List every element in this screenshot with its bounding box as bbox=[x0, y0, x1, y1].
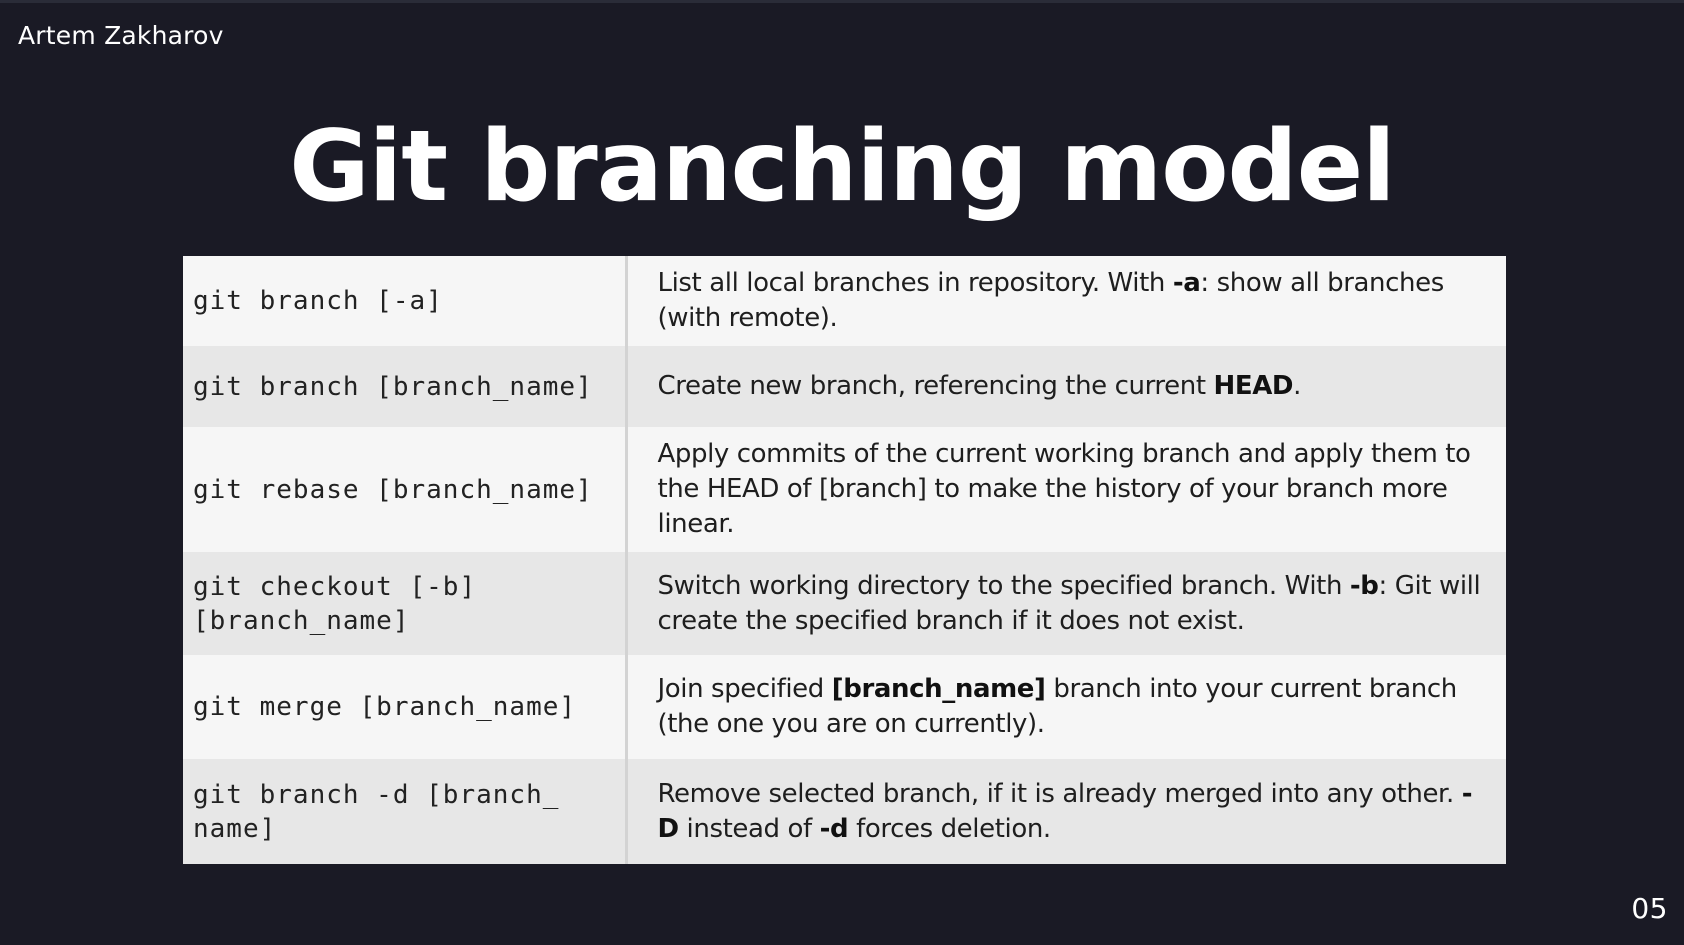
command-line: git branch [-a] bbox=[193, 286, 443, 316]
command-cell: git merge [branch_name] bbox=[183, 655, 628, 759]
table-row: git branch -d [branch_ name] Remove sele… bbox=[183, 759, 1506, 864]
description-cell: Remove selected branch, if it is already… bbox=[657, 778, 1473, 844]
command-line: git branch [branch_name] bbox=[193, 371, 593, 402]
git-commands-table: git branch [-a] List all local branches … bbox=[183, 256, 1506, 864]
command-line: name] bbox=[193, 813, 277, 844]
description-cell: Create new branch, referencing the curre… bbox=[657, 371, 1302, 401]
description-cell: List all local branches in repository. W… bbox=[657, 268, 1445, 333]
slide: Artem Zakharov Git branching model git b… bbox=[0, 0, 1684, 945]
command-line: git checkout [-b] bbox=[193, 571, 477, 602]
page-number: 05 bbox=[1631, 892, 1668, 925]
command-cell: git checkout [-b] [branch_name] bbox=[183, 552, 628, 655]
table-row: git branch [branch_name] Create new bran… bbox=[183, 346, 1506, 427]
table-row: git merge [branch_name] Join specified [… bbox=[183, 655, 1506, 759]
slide-title: Git branching model bbox=[289, 110, 1396, 224]
table-row: git branch [-a] List all local branches … bbox=[183, 256, 1506, 346]
command-line: git branch -d [branch_ bbox=[193, 779, 560, 810]
command-cell: git branch [branch_name] bbox=[183, 346, 628, 427]
command-cell: git branch [-a] bbox=[183, 256, 628, 346]
table-row: git rebase [branch_name] Apply commits o… bbox=[183, 427, 1506, 552]
description-cell: Apply commits of the current working bra… bbox=[657, 439, 1471, 539]
command-line: git merge [branch_name] bbox=[193, 692, 577, 722]
command-cell: git branch -d [branch_ name] bbox=[183, 759, 628, 864]
description-cell: Switch working directory to the specifie… bbox=[657, 570, 1481, 636]
command-cell: git rebase [branch_name] bbox=[183, 427, 628, 552]
author-name: Artem Zakharov bbox=[18, 21, 224, 50]
command-line: [branch_name] bbox=[193, 605, 410, 636]
description-cell: Join specified [branch_name] branch into… bbox=[657, 674, 1458, 739]
command-line: git rebase [branch_name] bbox=[193, 474, 593, 505]
table-row: git checkout [-b] [branch_name] Switch w… bbox=[183, 552, 1506, 655]
